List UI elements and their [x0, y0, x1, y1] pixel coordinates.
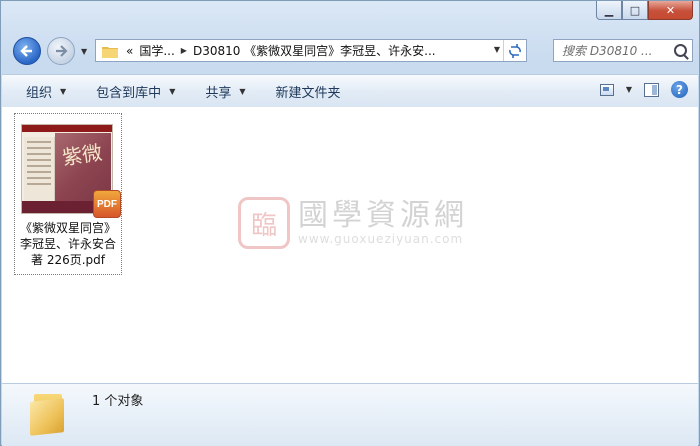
back-button[interactable] — [13, 37, 41, 65]
refresh-button[interactable] — [503, 40, 526, 61]
explorer-window: ▁ □ ✕ ▼ « 国学... ▶ D30810 《紫微双星同宫》李冠昱、许永安… — [0, 0, 700, 446]
address-bar[interactable]: « 国学... ▶ D30810 《紫微双星同宫》李冠昱、许永安... ▼ — [95, 39, 527, 62]
include-library-label: 包含到库中 — [96, 85, 162, 101]
view-options-dropdown[interactable]: ▼ — [626, 85, 632, 94]
thumbnail-title: 紫微 — [60, 140, 104, 170]
pdf-file-icon: PDF — [93, 190, 121, 218]
search-box[interactable]: 搜索 D30810 ... — [553, 39, 693, 62]
address-dropdown[interactable]: ▼ — [494, 45, 500, 54]
watermark-title: 國學資源網 — [298, 198, 468, 233]
organize-menu[interactable]: 组织 ▼ — [20, 82, 72, 101]
chevron-down-icon: ▼ — [60, 86, 67, 96]
change-view-icon[interactable] — [599, 83, 614, 96]
organize-label: 组织 — [26, 85, 53, 101]
new-folder-label: 新建文件夹 — [275, 85, 341, 101]
recent-pages-dropdown[interactable]: ▼ — [81, 47, 87, 56]
new-folder-button[interactable]: 新建文件夹 — [270, 82, 347, 101]
help-icon[interactable]: ? — [671, 81, 688, 98]
folder-icon — [30, 390, 66, 436]
details-pane: 1 个对象 — [2, 383, 698, 446]
item-count: 1 个对象 — [92, 394, 144, 409]
search-input[interactable]: 搜索 D30810 ... — [562, 42, 670, 59]
search-icon[interactable] — [674, 44, 687, 57]
watermark-url: www.guoxueziyuan.com — [298, 232, 464, 246]
folder-icon — [102, 45, 118, 58]
file-name-label: 《紫微双星同宫》 李冠昱、许永安合 著 226页.pdf — [19, 221, 116, 267]
caption-buttons: ▁ □ ✕ — [596, 1, 693, 20]
breadcrumb-overflow[interactable]: « — [126, 44, 133, 58]
refresh-icon — [509, 43, 521, 58]
share-label: 共享 — [205, 85, 232, 101]
file-list-area[interactable]: 紫微 PDF 《紫微双星同宫》 李冠昱、许永安合 著 226页.pdf 臨 國學… — [2, 107, 698, 383]
command-bar: 组织 ▼ 包含到库中 ▼ 共享 ▼ 新建文件夹 ▼ ? — [2, 74, 698, 108]
back-arrow-icon — [20, 45, 32, 57]
breadcrumb-guoxue[interactable]: 国学... — [139, 42, 174, 59]
file-item-pdf[interactable]: 紫微 PDF 《紫微双星同宫》 李冠昱、许永安合 著 226页.pdf — [14, 113, 122, 275]
minimize-button[interactable]: ▁ — [596, 1, 622, 20]
forward-arrow-icon — [56, 45, 68, 57]
close-button[interactable]: ✕ — [648, 1, 693, 20]
share-menu[interactable]: 共享 ▼ — [199, 82, 251, 101]
chevron-down-icon: ▼ — [239, 86, 246, 96]
navigation-bar: ▼ « 国学... ▶ D30810 《紫微双星同宫》李冠昱、许永安... ▼ … — [9, 35, 693, 67]
breadcrumb-separator-icon[interactable]: ▶ — [181, 46, 187, 55]
preview-pane-icon[interactable] — [644, 82, 659, 97]
watermark-seal: 臨 — [238, 197, 290, 249]
chevron-down-icon: ▼ — [169, 86, 176, 96]
include-in-library-menu[interactable]: 包含到库中 ▼ — [90, 82, 181, 101]
maximize-button[interactable]: □ — [622, 1, 648, 20]
breadcrumb-current-folder[interactable]: D30810 《紫微双星同宫》李冠昱、许永安... — [193, 42, 436, 59]
forward-button[interactable] — [47, 37, 75, 65]
watermark: 臨 國學資源網 www.guoxueziyuan.com — [238, 197, 468, 249]
